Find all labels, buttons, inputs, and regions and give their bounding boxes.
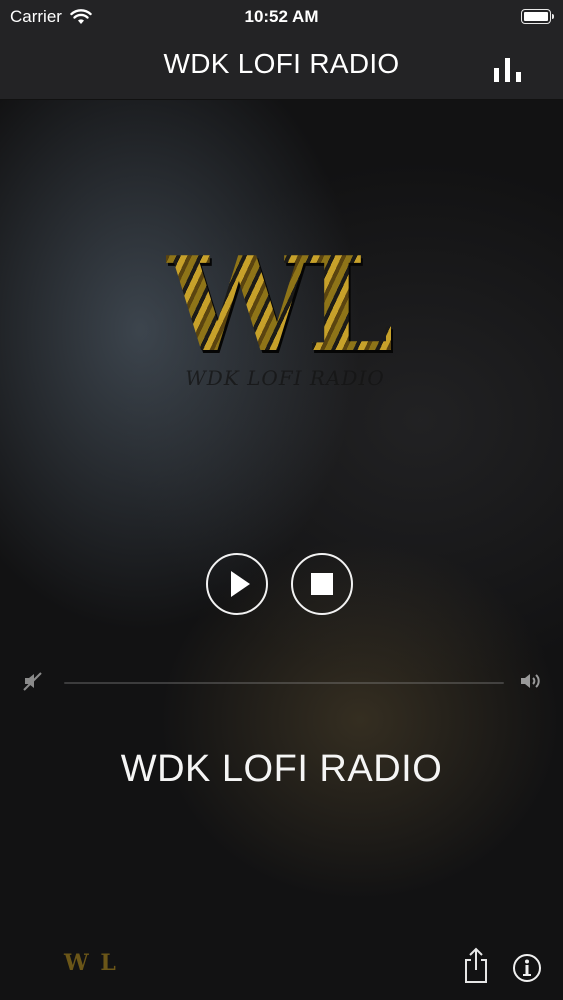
status-bar: Carrier 10:52 AM (0, 0, 563, 36)
play-icon (231, 571, 250, 597)
volume-slider[interactable] (64, 682, 504, 684)
stop-icon (311, 573, 333, 595)
volume-up-icon (521, 674, 540, 688)
battery-icon (521, 9, 554, 24)
status-time: 10:52 AM (244, 7, 319, 26)
logo-letters: WL (166, 228, 397, 381)
equalizer-icon[interactable] (491, 54, 525, 84)
station-name: WDK LOFI RADIO (120, 748, 443, 790)
logo-subtitle: WDK LOFI RADIO (185, 366, 385, 390)
station-logo: WL WDK LOFI RADIO (160, 240, 410, 400)
footer-logo: W L (64, 950, 118, 976)
app-screen: Carrier 10:52 AM WDK LOFI RADIO WL WDK L… (0, 0, 563, 1000)
share-icon[interactable] (462, 946, 490, 984)
volume-mute-icon (23, 672, 42, 691)
info-icon[interactable] (512, 953, 542, 983)
stop-button[interactable] (291, 553, 353, 615)
play-button[interactable] (206, 553, 268, 615)
nav-title: WDK LOFI RADIO (163, 48, 400, 79)
navigation-bar: WDK LOFI RADIO (0, 36, 563, 100)
